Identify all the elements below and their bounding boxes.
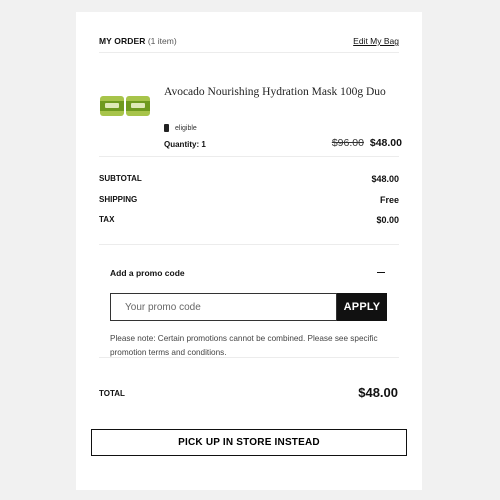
divider bbox=[99, 244, 399, 245]
total-value: $48.00 bbox=[358, 385, 398, 400]
phone-icon bbox=[164, 124, 169, 132]
shipping-row: SHIPPING Free bbox=[99, 195, 399, 205]
tax-label: TAX bbox=[99, 215, 115, 224]
product-jar-image bbox=[100, 96, 124, 116]
order-item-count: (1 item) bbox=[147, 36, 177, 46]
tax-value: $0.00 bbox=[376, 215, 399, 225]
shipping-value: Free bbox=[379, 195, 399, 205]
product-name[interactable]: Avocado Nourishing Hydration Mask 100g D… bbox=[164, 86, 386, 98]
eligibility-text: eligible bbox=[175, 124, 197, 132]
sale-price: $48.00 bbox=[369, 137, 402, 149]
eligibility-badge: eligible bbox=[164, 124, 197, 132]
promo-section-title[interactable]: Add a promo code bbox=[110, 268, 185, 278]
product-price: $96.00 $48.00 bbox=[332, 137, 402, 149]
pickup-in-store-button[interactable]: PICK UP IN STORE INSTEAD bbox=[91, 429, 407, 456]
order-title: MY ORDER bbox=[99, 36, 146, 46]
product-quantity: Quantity: 1 bbox=[164, 140, 206, 149]
total-label: TOTAL bbox=[99, 389, 125, 398]
order-summary-card: MY ORDER (1 item) Edit My Bag Avocado No… bbox=[76, 12, 422, 490]
tax-row: TAX $0.00 bbox=[99, 215, 399, 225]
subtotal-value: $48.00 bbox=[371, 174, 399, 184]
subtotal-row: SUBTOTAL $48.00 bbox=[99, 174, 399, 184]
product-image[interactable] bbox=[100, 96, 150, 116]
promo-code-input[interactable] bbox=[110, 293, 337, 321]
subtotal-label: SUBTOTAL bbox=[99, 174, 142, 183]
original-price: $96.00 bbox=[331, 137, 364, 149]
divider bbox=[99, 52, 399, 53]
apply-promo-button[interactable]: APPLY bbox=[337, 293, 387, 321]
shipping-label: SHIPPING bbox=[99, 195, 138, 204]
edit-bag-link[interactable]: Edit My Bag bbox=[353, 36, 399, 46]
divider bbox=[99, 156, 399, 157]
product-jar-image bbox=[126, 96, 150, 116]
promo-note: Please note: Certain promotions cannot b… bbox=[110, 334, 378, 357]
order-header: MY ORDER (1 item) Edit My Bag bbox=[99, 36, 399, 46]
collapse-minus-icon[interactable] bbox=[376, 267, 386, 277]
divider bbox=[99, 357, 399, 358]
